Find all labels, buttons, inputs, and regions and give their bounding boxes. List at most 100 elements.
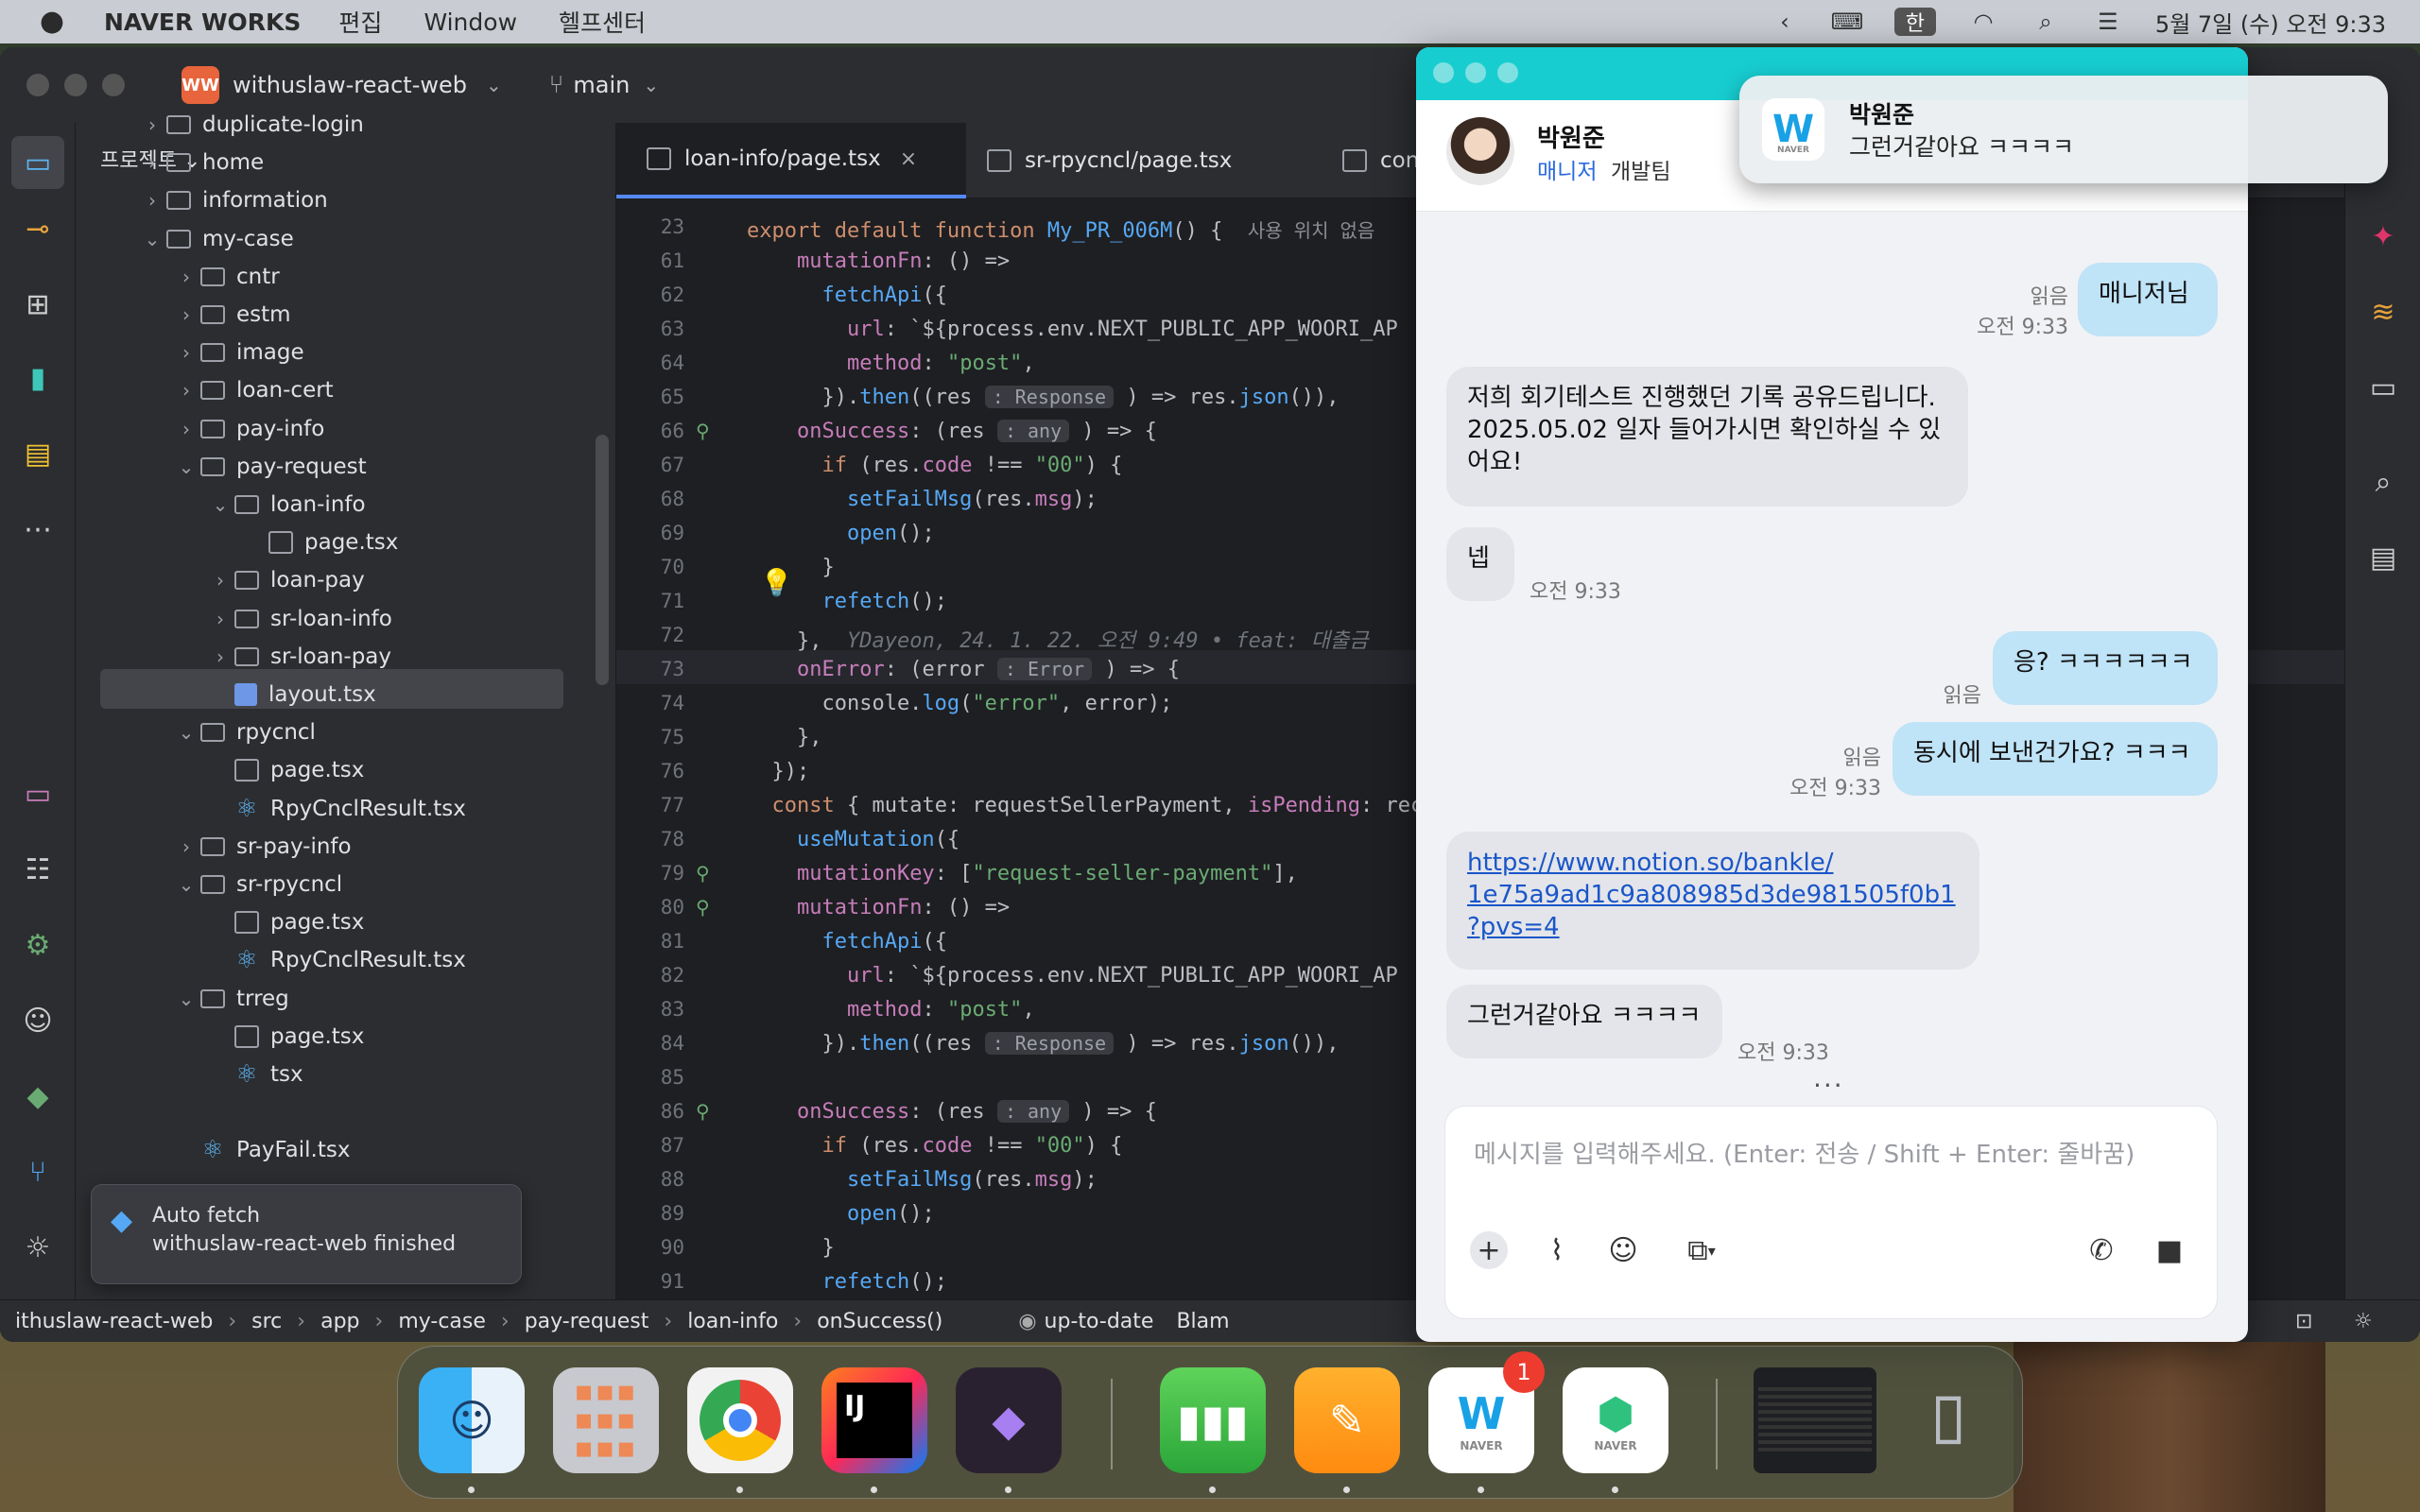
close-icon[interactable]: × [900, 147, 917, 171]
window-zoom-button[interactable] [1497, 62, 1518, 83]
tree-item[interactable]: › sr-loan-info [206, 600, 392, 638]
tree-item[interactable]: ⌄ pay-request [172, 448, 367, 486]
tree-item[interactable]: ⌄ loan-info [206, 486, 366, 524]
pages-icon[interactable]: ✎ [1294, 1367, 1400, 1473]
menu-window[interactable]: Window [424, 9, 517, 36]
outgoing-message[interactable]: 동시에 보낸건가요? ㅋㅋㅋ [1893, 722, 2218, 796]
input-method-indicator[interactable]: 한 [1893, 8, 1936, 36]
tree-item[interactable]: › cntr [172, 258, 280, 296]
coverage-icon[interactable]: ▭ [2364, 369, 2402, 406]
chevron-left-icon[interactable]: ‹ [1770, 9, 1800, 35]
breadcrumb-item[interactable]: src [251, 1310, 282, 1333]
tree-item[interactable] [206, 1093, 234, 1131]
ide-window-thumbnail[interactable] [1754, 1367, 1876, 1473]
commit-tool-icon[interactable]: ⊸ [19, 210, 57, 248]
apple-menu-icon[interactable]: ● [38, 8, 66, 36]
android-tool-icon[interactable]: ◆ [19, 1077, 57, 1115]
chevron-down-icon[interactable]: ⌄ [172, 988, 200, 1010]
video-call-icon[interactable]: ■ [2149, 1229, 2190, 1271]
message-link[interactable]: https://www.notion.so/bankle/ [1467, 847, 1959, 879]
tree-item[interactable]: page.tsx [206, 751, 364, 789]
tree-item[interactable]: ⌄ rpycncl [172, 713, 316, 751]
chevron-right-icon[interactable]: › [206, 569, 234, 592]
launchpad-icon[interactable]: ▪▪▪ ▪▪▪ ▪▪▪ [553, 1367, 659, 1473]
menu-app-name[interactable]: NAVER WORKS [104, 9, 301, 36]
git-tool-icon[interactable]: ⑂ [19, 1153, 57, 1191]
bookmarks-tool-icon[interactable]: ▮ [19, 359, 57, 397]
chevron-right-icon[interactable]: › [172, 266, 200, 288]
control-center-icon[interactable]: ☰ [2093, 9, 2123, 35]
window-minimize-button[interactable] [64, 74, 87, 96]
menu-clock[interactable]: 5월 7일 (수) 오전 9:33 [2155, 6, 2386, 39]
chevron-down-icon[interactable]: ⌄ [172, 721, 200, 744]
chevron-down-icon[interactable]: ⌄ [172, 455, 200, 478]
tree-item[interactable]: page.tsx [206, 1018, 364, 1056]
notifications-bulb-icon[interactable]: ☼ [19, 1228, 57, 1266]
usage-hint[interactable]: 사용 위치 없음 [1248, 219, 1374, 242]
obsidian-icon[interactable]: ◆ [956, 1367, 1062, 1473]
tree-item[interactable]: ⌄ my-case [138, 220, 294, 258]
numbers-icon[interactable]: ▮▮▮ [1160, 1367, 1266, 1473]
tree-item[interactable]: › image [172, 334, 304, 371]
tree-item[interactable]: ⚛ PayFail.tsx [172, 1131, 350, 1169]
message-notification[interactable]: W NAVER 박원준 그런거같아요 ㅋㅋㅋㅋ [1739, 76, 2388, 183]
incoming-message[interactable]: 그런거같아요 ㅋㅋㅋㅋ [1446, 985, 1722, 1058]
gutter-marker-icon[interactable]: ⚲ [696, 896, 710, 919]
naver-works-drive-icon[interactable]: ⬢ NAVER [1563, 1367, 1668, 1473]
tree-item[interactable]: ⚛ RpyCnclResult.tsx [206, 790, 466, 828]
auto-fetch-toast[interactable]: ◆ Auto fetch withuslaw-react-web finishe… [91, 1184, 522, 1284]
tree-item[interactable]: ⌄ trreg [172, 980, 289, 1018]
intellij-idea-icon[interactable]: IJ [821, 1367, 927, 1473]
window-minimize-button[interactable] [1465, 62, 1486, 83]
settings-gear-icon[interactable]: ⚙ [19, 926, 57, 964]
message-link[interactable]: 1e75a9ad1c9a808985d3de981505f0b1 [1467, 879, 1959, 911]
keyboard-icon[interactable]: ⌨ [1831, 9, 1864, 35]
gutter-marker-icon[interactable]: ⚲ [696, 1100, 710, 1123]
branch-name[interactable]: main [573, 72, 630, 98]
chevron-right-icon[interactable]: › [206, 645, 234, 668]
clipboard-icon[interactable]: ▤ [2364, 539, 2402, 576]
tree-item[interactable]: › home [138, 144, 264, 181]
emoji-icon[interactable]: ☺ [1602, 1229, 1644, 1271]
trash-icon[interactable]: ⌷ [1895, 1367, 2001, 1473]
chevron-down-icon[interactable]: ⌄ [486, 74, 502, 96]
tree-item[interactable]: › pay-info [172, 410, 324, 448]
notifications-icon[interactable]: ☼ [2354, 1310, 2373, 1333]
plus-icon[interactable]: + [1470, 1231, 1508, 1269]
gutter-marker-icon[interactable]: ⚲ [696, 862, 710, 885]
tree-item[interactable]: › information [138, 181, 328, 219]
chevron-down-icon[interactable]: ⌄ [643, 74, 659, 96]
project-badge[interactable]: WW [182, 66, 219, 104]
finder-icon[interactable]: ☺ [419, 1367, 525, 1473]
message-composer[interactable]: 메시지를 입력해주세요. (Enter: 전송 / Shift + Enter:… [1444, 1106, 2218, 1319]
structure-tool-icon[interactable]: ⊞ [19, 285, 57, 323]
menu-edit[interactable]: 편집 [338, 5, 382, 39]
breadcrumb-item[interactable]: ithuslaw-react-web [15, 1310, 213, 1333]
attachment-icon[interactable]: ⌇ [1536, 1229, 1578, 1271]
chevron-right-icon[interactable]: › [172, 835, 200, 858]
tab-sr-rpycncl-page[interactable]: sr-rpycncl/page.tsx [987, 123, 1299, 198]
tree-item[interactable]: layout.tsx [206, 676, 376, 713]
project-name[interactable]: withuslaw-react-web [233, 72, 467, 98]
avatar[interactable] [1446, 117, 1514, 185]
phone-icon[interactable]: ✆ [2081, 1229, 2122, 1271]
window-close-button[interactable] [1433, 62, 1454, 83]
tree-item[interactable]: ⌄ sr-rpycncl [172, 866, 343, 903]
breadcrumb-item[interactable]: onSuccess() [817, 1310, 942, 1333]
chrome-icon[interactable] [687, 1367, 793, 1473]
tree-item[interactable]: page.tsx [240, 524, 398, 561]
chevron-right-icon[interactable]: › [138, 189, 166, 212]
search-icon[interactable]: ⌕ [2031, 9, 2061, 35]
tree-item[interactable]: page.tsx [206, 903, 364, 941]
outgoing-message[interactable]: 응? ㅋㅋㅋㅋㅋㅋ [1993, 631, 2218, 705]
project-panel-scrollbar[interactable] [596, 435, 609, 685]
blame-label[interactable]: Blam [1176, 1310, 1229, 1333]
tab-loan-info-page[interactable]: loan-info/page.tsx × [616, 123, 966, 198]
lock-icon[interactable]: ⊡ [2295, 1310, 2312, 1333]
chevron-right-icon[interactable]: › [206, 608, 234, 630]
services-tool-icon[interactable]: ▤ [19, 435, 57, 472]
chevron-down-icon[interactable]: ⌄ [172, 873, 200, 896]
menu-help-center[interactable]: 헬프센터 [559, 5, 646, 39]
cat-tool-icon[interactable]: ☺ [19, 1002, 57, 1040]
chevron-right-icon[interactable]: › [172, 379, 200, 402]
